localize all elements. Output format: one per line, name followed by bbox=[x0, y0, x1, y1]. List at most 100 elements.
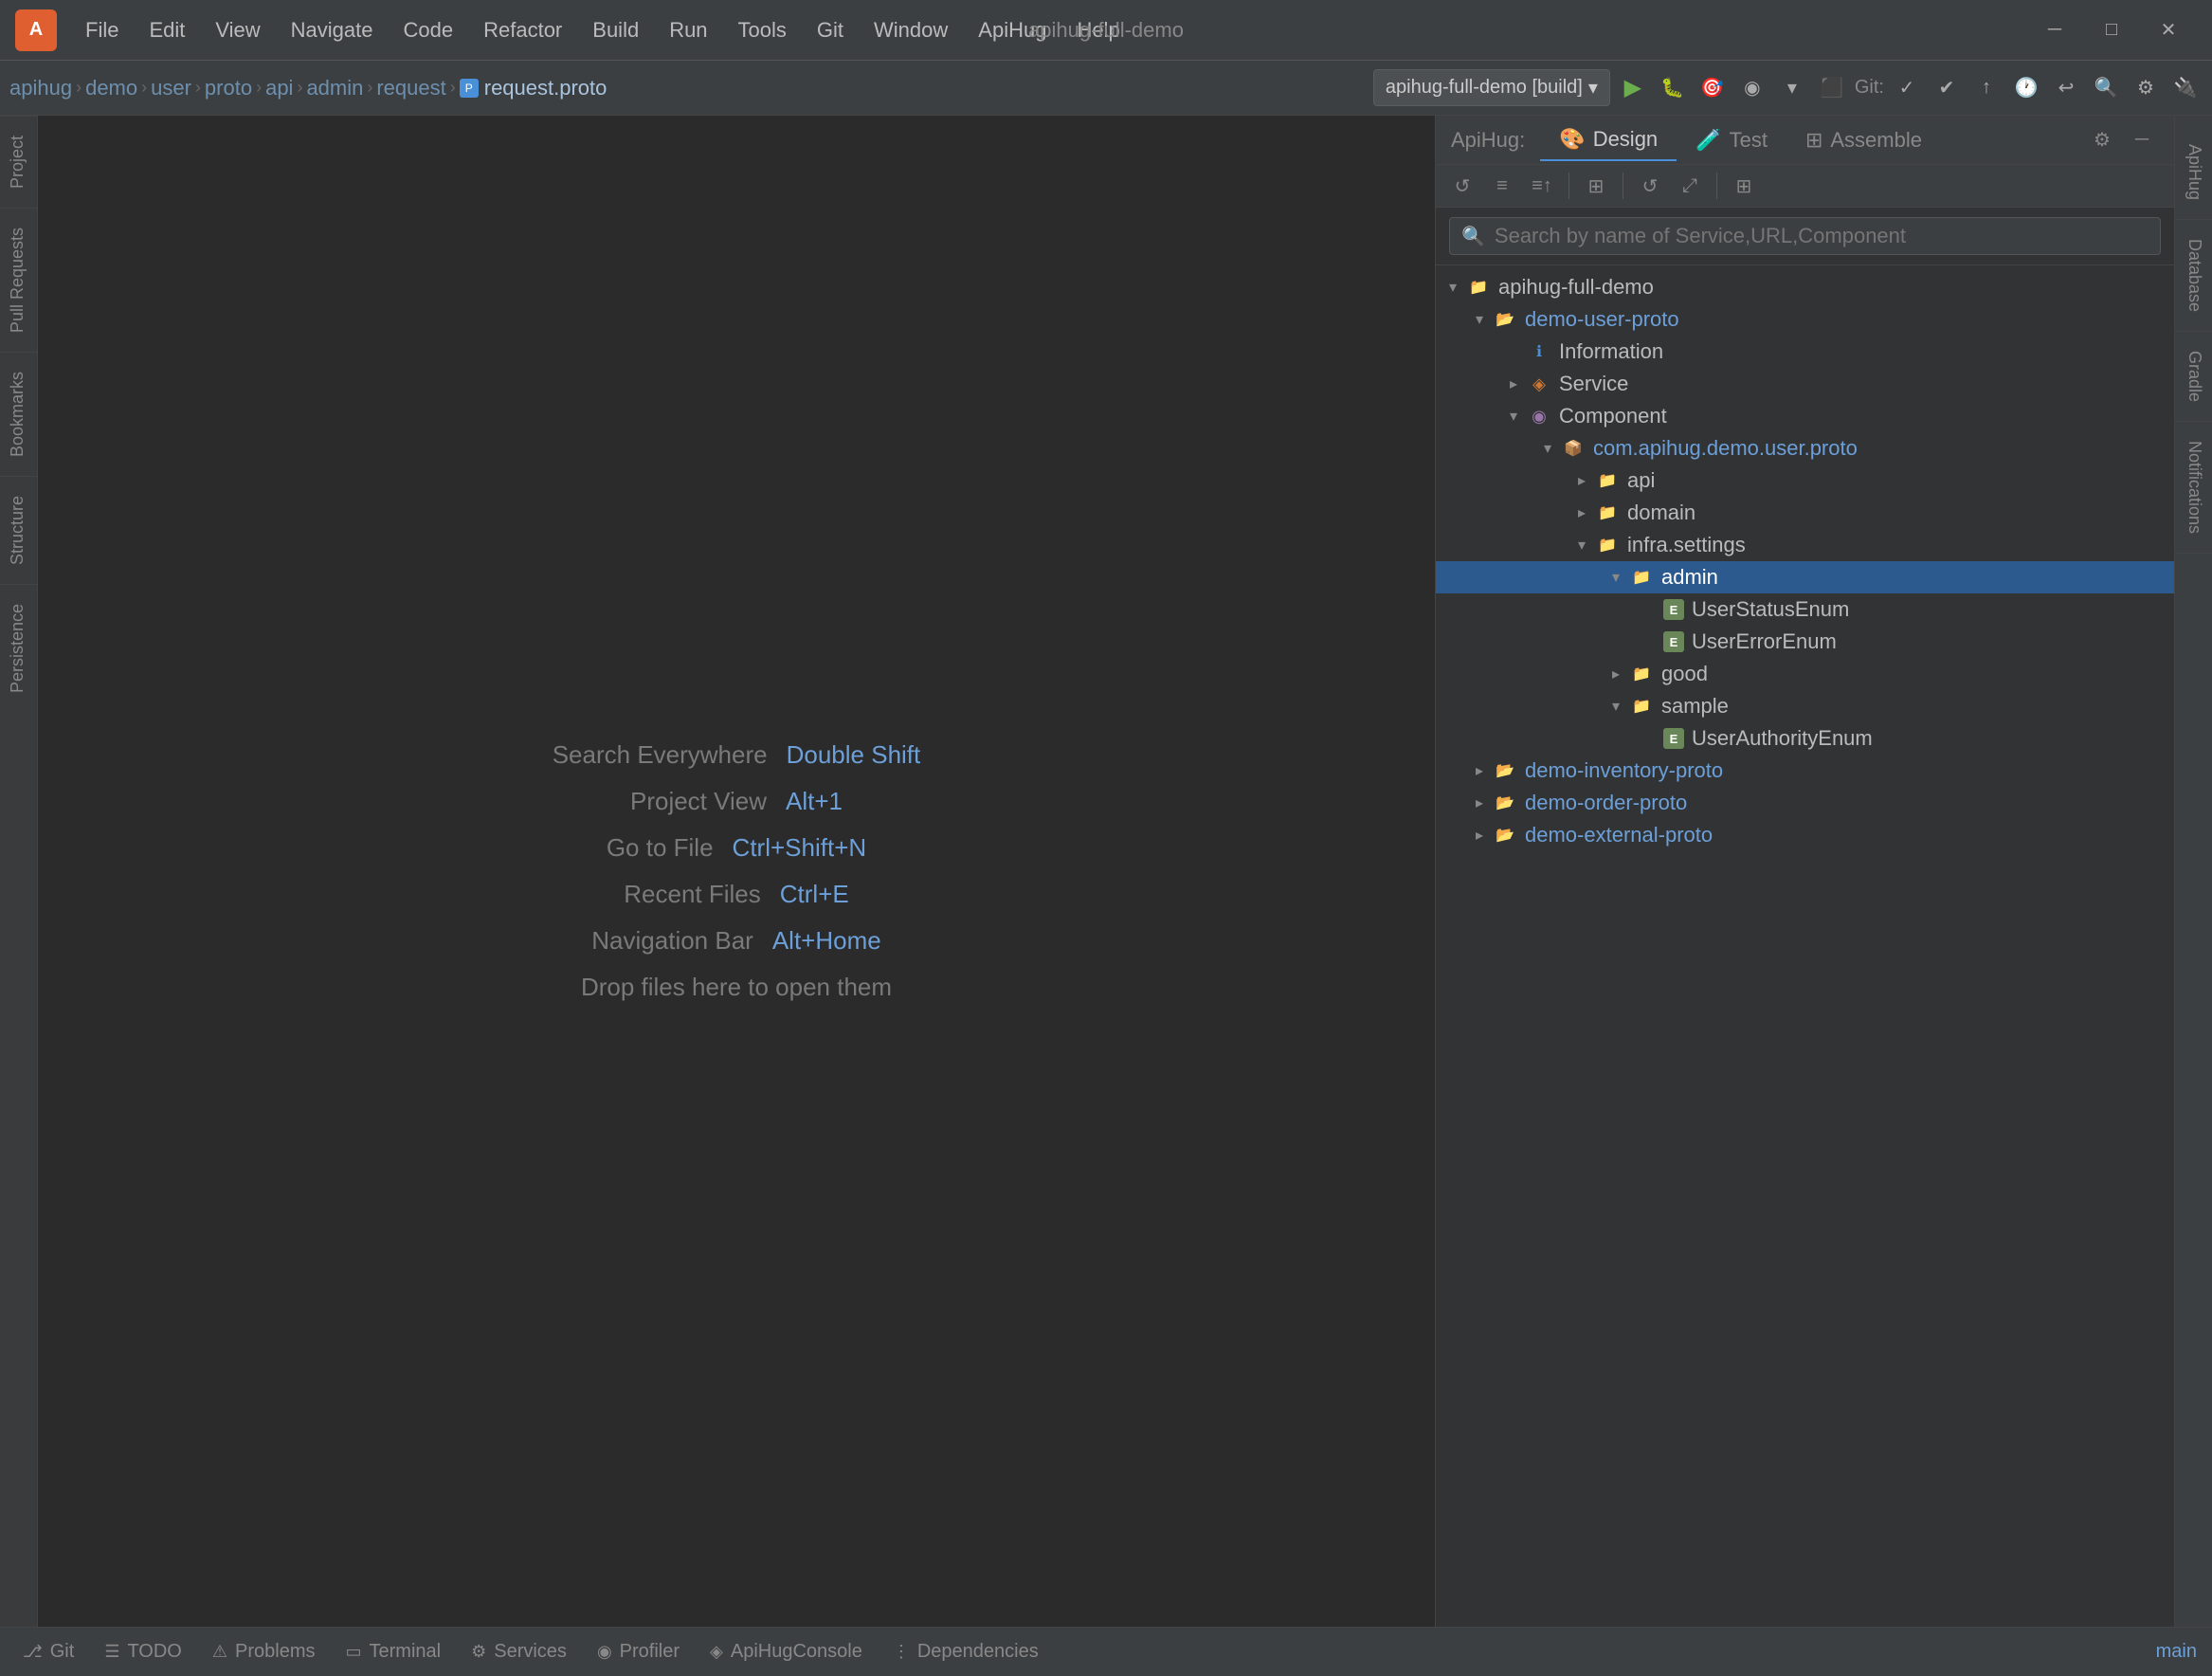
breadcrumb-item-user[interactable]: user bbox=[151, 76, 191, 100]
collapse-all-icon[interactable]: ≡ bbox=[1485, 169, 1519, 203]
profile-icon[interactable]: ◉ bbox=[1735, 71, 1769, 105]
maximize-button[interactable]: □ bbox=[2083, 9, 2140, 51]
tab-assemble[interactable]: ⊞ Assemble bbox=[1786, 120, 1941, 160]
sidebar-item-notifications[interactable]: Notifications bbox=[2175, 422, 2212, 554]
more-run-icon[interactable]: ▾ bbox=[1775, 71, 1809, 105]
sidebar-item-pull-requests[interactable]: Pull Requests bbox=[0, 208, 37, 352]
tree-node-demo-order-proto[interactable]: ▸ 📂 demo-order-proto bbox=[1436, 787, 2174, 819]
minimize-button[interactable]: ─ bbox=[2026, 9, 2083, 51]
node-label-domain: domain bbox=[1627, 501, 1695, 525]
grid-icon[interactable]: ⊞ bbox=[1727, 169, 1761, 203]
menu-item-git[interactable]: Git bbox=[804, 12, 857, 48]
folder-icon: 📁 bbox=[1629, 662, 1654, 686]
history-icon[interactable]: 🕐 bbox=[2009, 71, 2043, 105]
git-check-icon[interactable]: ✓ bbox=[1890, 71, 1924, 105]
tree-node-admin[interactable]: ▾ 📁 admin bbox=[1436, 561, 2174, 593]
tree-node-demo-external-proto[interactable]: ▸ 📂 demo-external-proto bbox=[1436, 819, 2174, 851]
breadcrumb-item-request[interactable]: request bbox=[376, 76, 445, 100]
folder-blue-icon: 📂 bbox=[1493, 823, 1517, 847]
status-bar: ⎇ Git ☰ TODO ⚠ Problems ▭ Terminal ⚙ Ser… bbox=[0, 1627, 2212, 1676]
status-terminal[interactable]: ▭ Terminal bbox=[338, 1637, 449, 1667]
breadcrumb-item-proto[interactable]: proto bbox=[205, 76, 252, 100]
git-push-icon[interactable]: ↑ bbox=[1969, 71, 2003, 105]
menu-item-build[interactable]: Build bbox=[579, 12, 652, 48]
breadcrumb-item-demo[interactable]: demo bbox=[85, 76, 137, 100]
layout-icon[interactable]: ⊞ bbox=[1579, 169, 1613, 203]
sidebar-item-gradle[interactable]: Gradle bbox=[2175, 332, 2212, 422]
tab-test[interactable]: 🧪 Test bbox=[1677, 120, 1786, 160]
stop-icon[interactable]: ⬛ bbox=[1815, 71, 1849, 105]
tree-node-user-error-enum[interactable]: E UserErrorEnum bbox=[1436, 626, 2174, 658]
status-dependencies[interactable]: ⋮ Dependencies bbox=[885, 1637, 1046, 1667]
tree-node-demo-inventory-proto[interactable]: ▸ 📂 demo-inventory-proto bbox=[1436, 755, 2174, 787]
undo-icon[interactable]: ↩ bbox=[2049, 71, 2083, 105]
tree-node-component[interactable]: ▾ ◉ Component bbox=[1436, 400, 2174, 432]
plugins-icon[interactable]: 🔌 bbox=[2168, 71, 2203, 105]
breadcrumb-item-apihug[interactable]: apihug bbox=[9, 76, 72, 100]
hint-goto-file: Go to File Ctrl+Shift+N bbox=[607, 833, 866, 863]
tree-node-demo-user-proto[interactable]: ▾ 📂 demo-user-proto bbox=[1436, 303, 2174, 336]
status-todo[interactable]: ☰ TODO bbox=[97, 1637, 190, 1667]
open-external-icon[interactable]: ⤢ bbox=[1673, 169, 1707, 203]
tree-node-package[interactable]: ▾ 📦 com.apihug.demo.user.proto bbox=[1436, 432, 2174, 465]
tree-node-infra-settings[interactable]: ▾ 📁 infra.settings bbox=[1436, 529, 2174, 561]
breadcrumb-item-admin[interactable]: admin bbox=[306, 76, 363, 100]
run-button[interactable]: ▶ bbox=[1616, 71, 1650, 105]
menu-item-navigate[interactable]: Navigate bbox=[278, 12, 387, 48]
panel-close-icon[interactable]: ─ bbox=[2125, 123, 2159, 157]
chevron-expanded-icon: ▾ bbox=[1504, 407, 1523, 426]
sidebar-item-project[interactable]: Project bbox=[0, 116, 37, 208]
menu-item-file[interactable]: File bbox=[72, 12, 132, 48]
chevron-expanded-icon: ▾ bbox=[1606, 697, 1625, 716]
refresh-icon[interactable]: ↺ bbox=[1445, 169, 1479, 203]
breadcrumb-active-file[interactable]: Prequest.proto bbox=[460, 76, 607, 100]
tree-node-api[interactable]: ▸ 📁 api bbox=[1436, 465, 2174, 497]
sync-icon[interactable]: ↺ bbox=[1633, 169, 1667, 203]
tree-node-user-status-enum[interactable]: E UserStatusEnum bbox=[1436, 593, 2174, 626]
settings-icon[interactable]: ⚙ bbox=[2129, 71, 2163, 105]
breadcrumb-item-api[interactable]: api bbox=[265, 76, 293, 100]
expand-icon[interactable]: ≡↑ bbox=[1525, 169, 1559, 203]
sidebar-item-structure[interactable]: Structure bbox=[0, 476, 37, 584]
menu-item-edit[interactable]: Edit bbox=[136, 12, 198, 48]
tree-node-domain[interactable]: ▸ 📁 domain bbox=[1436, 497, 2174, 529]
menu-item-refactor[interactable]: Refactor bbox=[470, 12, 575, 48]
git-tick-icon[interactable]: ✔ bbox=[1930, 71, 1964, 105]
node-label-information: Information bbox=[1559, 339, 1663, 364]
panel-actions: ⚙ ─ bbox=[2085, 123, 2159, 157]
panel-settings-icon[interactable]: ⚙ bbox=[2085, 123, 2119, 157]
menu-item-run[interactable]: Run bbox=[656, 12, 720, 48]
coverage-icon[interactable]: 🎯 bbox=[1695, 71, 1730, 105]
sidebar-item-bookmarks[interactable]: Bookmarks bbox=[0, 352, 37, 476]
sidebar-item-apihug[interactable]: ApiHug bbox=[2175, 125, 2212, 220]
menu-item-code[interactable]: Code bbox=[390, 12, 467, 48]
menu-item-window[interactable]: Window bbox=[861, 12, 961, 48]
tree-node-service[interactable]: ▸ ◈ Service bbox=[1436, 368, 2174, 400]
tree-node-root[interactable]: ▾ 📁 apihug-full-demo bbox=[1436, 271, 2174, 303]
tab-design[interactable]: 🎨 Design bbox=[1540, 119, 1677, 161]
tree-node-sample[interactable]: ▾ 📁 sample bbox=[1436, 690, 2174, 722]
tree-node-user-authority-enum[interactable]: E UserAuthorityEnum bbox=[1436, 722, 2174, 755]
search-input[interactable] bbox=[1495, 224, 2149, 248]
test-icon: 🧪 bbox=[1695, 128, 1721, 153]
apihug-label: ApiHug: bbox=[1451, 128, 1525, 153]
search-everywhere-icon[interactable]: 🔍 bbox=[2089, 71, 2123, 105]
tree-node-good[interactable]: ▸ 📁 good bbox=[1436, 658, 2174, 690]
menu-item-tools[interactable]: Tools bbox=[725, 12, 800, 48]
build-selector[interactable]: apihug-full-demo [build] ▾ bbox=[1373, 69, 1610, 106]
tree-node-information[interactable]: ℹ Information bbox=[1436, 336, 2174, 368]
status-problems[interactable]: ⚠ Problems bbox=[205, 1637, 323, 1667]
status-profiler[interactable]: ◉ Profiler bbox=[589, 1637, 687, 1667]
status-services[interactable]: ⚙ Services bbox=[463, 1637, 574, 1667]
main-layout: Project Pull Requests Bookmarks Structur… bbox=[0, 116, 2212, 1627]
sidebar-item-persistence[interactable]: Persistence bbox=[0, 584, 37, 712]
status-git[interactable]: ⎇ Git bbox=[15, 1637, 82, 1667]
status-apihug-console[interactable]: ◈ ApiHugConsole bbox=[702, 1637, 870, 1667]
close-button[interactable]: ✕ bbox=[2140, 9, 2197, 51]
folder-blue-icon: 📂 bbox=[1493, 307, 1517, 332]
node-label-package: com.apihug.demo.user.proto bbox=[1593, 436, 1858, 461]
build-icon[interactable]: 🐛 bbox=[1656, 71, 1690, 105]
sidebar-item-database[interactable]: Database bbox=[2175, 220, 2212, 332]
menu-item-view[interactable]: View bbox=[202, 12, 273, 48]
nav-hint-text: Navigation Bar bbox=[591, 926, 753, 956]
